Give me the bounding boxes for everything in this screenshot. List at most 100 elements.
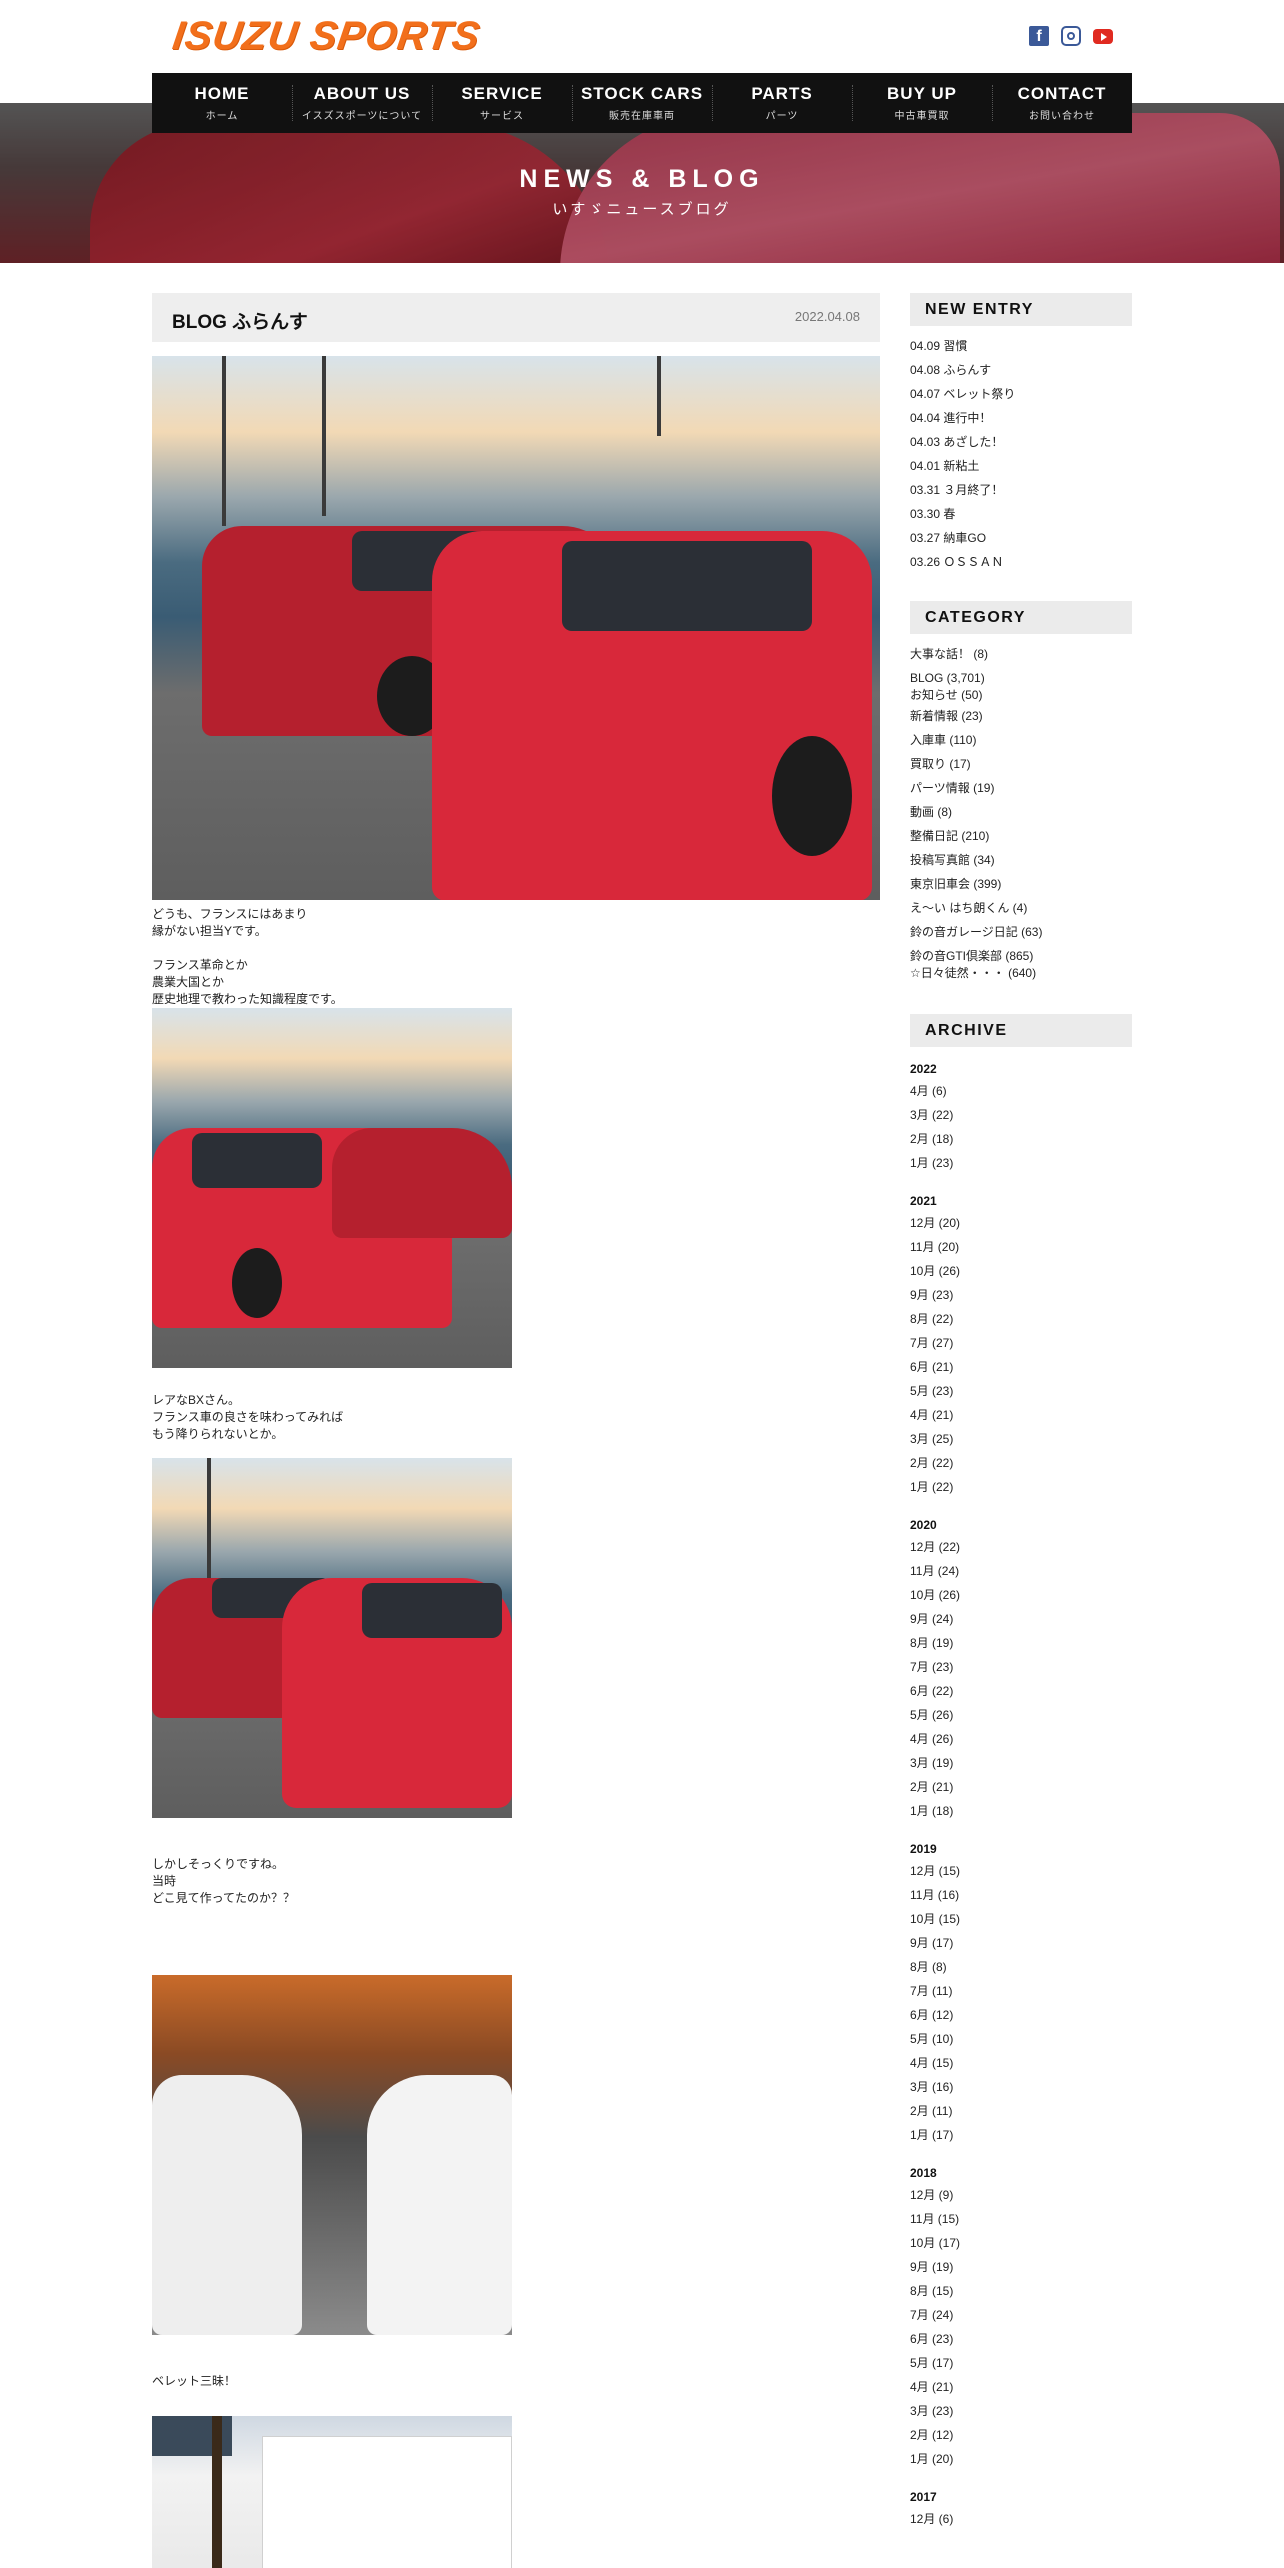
archive-month-link[interactable]: 4月 (21)	[910, 2380, 1132, 2404]
archive-month-link[interactable]: 5月 (10)	[910, 2032, 1132, 2056]
archive-month-link[interactable]: 1月 (20)	[910, 2452, 1132, 2476]
category-link[interactable]: BLOG (3,701)	[910, 671, 1132, 688]
archive-month-link[interactable]: 12月 (6)	[910, 2512, 1132, 2536]
youtube-icon[interactable]	[1093, 29, 1113, 44]
new-entry-link[interactable]: 04.01 新粘土	[910, 459, 1132, 483]
archive-month-link[interactable]: 6月 (22)	[910, 1684, 1132, 1708]
archive-month-list: 12月 (20) 11月 (20) 10月 (26) 9月 (23) 8月 (22) 7月…	[910, 1216, 1132, 1504]
nav-contact[interactable]: CONTACT お問い合わせ	[992, 73, 1132, 133]
site-logo[interactable]: ISUZU SPORTS	[170, 14, 483, 59]
category-link[interactable]: 鈴の音GTI倶楽部 (865)	[910, 949, 1132, 966]
archive-month-link[interactable]: 9月 (24)	[910, 1612, 1132, 1636]
archive-month-link[interactable]: 11月 (16)	[910, 1888, 1132, 1912]
archive-month-link[interactable]: 7月 (23)	[910, 1660, 1132, 1684]
archive-month-link[interactable]: 7月 (24)	[910, 2308, 1132, 2332]
archive-month-link[interactable]: 8月 (15)	[910, 2284, 1132, 2308]
nav-home-label: HOME	[194, 84, 250, 103]
archive-month-link[interactable]: 12月 (9)	[910, 2188, 1132, 2212]
nav-stock-cars[interactable]: STOCK CARS 販売在庫車両	[572, 73, 712, 133]
archive-month-link[interactable]: 3月 (25)	[910, 1432, 1132, 1456]
archive-month-link[interactable]: 6月 (12)	[910, 2008, 1132, 2032]
archive-month-link[interactable]: 8月 (22)	[910, 1312, 1132, 1336]
archive-month-link[interactable]: 9月 (17)	[910, 1936, 1132, 1960]
category-link[interactable]: ☆日々徒然・・・ (640)	[910, 966, 1132, 987]
archive-month-link[interactable]: 2月 (21)	[910, 1780, 1132, 1804]
archive-month-link[interactable]: 6月 (21)	[910, 1360, 1132, 1384]
post-date: 2022.04.08	[794, 309, 860, 324]
archive-month-link[interactable]: 3月 (23)	[910, 2404, 1132, 2428]
new-entry-link[interactable]: 03.27 納車GO	[910, 531, 1132, 555]
nav-service-sublabel: サービス	[480, 111, 524, 122]
category-link[interactable]: 大事な話！ (8)	[910, 647, 1132, 671]
archive-month-link[interactable]: 4月 (6)	[910, 1084, 1132, 1108]
archive-month-link[interactable]: 3月 (22)	[910, 1108, 1132, 1132]
category-link[interactable]: 整備日記 (210)	[910, 829, 1132, 853]
category-link[interactable]: 動画 (8)	[910, 805, 1132, 829]
archive-month-link[interactable]: 2月 (22)	[910, 1456, 1132, 1480]
category-link[interactable]: 投稿写真館 (34)	[910, 853, 1132, 877]
archive-month-link[interactable]: 1月 (18)	[910, 1804, 1132, 1828]
category-link[interactable]: お知らせ (50)	[910, 688, 1132, 709]
archive-month-link[interactable]: 10月 (26)	[910, 1588, 1132, 1612]
archive-month-list: 12月 (22) 11月 (24) 10月 (26) 9月 (24) 8月 (19) 7月…	[910, 1540, 1132, 1828]
archive-month-link[interactable]: 11月 (20)	[910, 1240, 1132, 1264]
archive-month-link[interactable]: 12月 (20)	[910, 1216, 1132, 1240]
archive-month-link[interactable]: 2月 (11)	[910, 2104, 1132, 2128]
archive-month-link[interactable]: 5月 (26)	[910, 1708, 1132, 1732]
archive-month-list: 12月 (6)	[910, 2512, 1132, 2536]
archive-month-link[interactable]: 8月 (19)	[910, 1636, 1132, 1660]
new-entry-link[interactable]: 04.04 進行中！	[910, 411, 1132, 435]
new-entry-link[interactable]: 03.26 ＯＳＳＡＮ	[910, 555, 1132, 579]
archive-month-link[interactable]: 9月 (23)	[910, 1288, 1132, 1312]
nav-buy-up[interactable]: BUY UP 中古車買取	[852, 73, 992, 133]
new-entry-link[interactable]: 04.08 ふらんす	[910, 363, 1132, 387]
post-header: BLOG ふらんす 2022.04.08	[152, 293, 880, 342]
category-link[interactable]: 新着情報 (23)	[910, 709, 1132, 733]
archive-month-link[interactable]: 2月 (18)	[910, 1132, 1132, 1156]
new-entry-link[interactable]: 04.09 習慣	[910, 339, 1132, 363]
archive-month-link[interactable]: 12月 (15)	[910, 1864, 1132, 1888]
archive-month-link[interactable]: 3月 (19)	[910, 1756, 1132, 1780]
archive-month-link[interactable]: 10月 (15)	[910, 1912, 1132, 1936]
nav-service[interactable]: SERVICE サービス	[432, 73, 572, 133]
archive-month-link[interactable]: 9月 (19)	[910, 2260, 1132, 2284]
archive-month-link[interactable]: 4月 (15)	[910, 2056, 1132, 2080]
category-link[interactable]: 入庫車 (110)	[910, 733, 1132, 757]
nav-parts-sublabel: パーツ	[765, 111, 799, 122]
post-text-line: フランス革命とか	[152, 958, 248, 972]
facebook-icon[interactable]: f	[1029, 26, 1049, 46]
archive-month-link[interactable]: 1月 (23)	[910, 1156, 1132, 1180]
new-entry-link[interactable]: 03.31 ３月終了！	[910, 483, 1132, 507]
archive-month-link[interactable]: 7月 (27)	[910, 1336, 1132, 1360]
category-link[interactable]: え～い はち朗くん (4)	[910, 901, 1132, 925]
archive-month-link[interactable]: 1月 (22)	[910, 1480, 1132, 1504]
archive-month-link[interactable]: 10月 (17)	[910, 2236, 1132, 2260]
archive-month-link[interactable]: 11月 (24)	[910, 1564, 1132, 1588]
new-entry-link[interactable]: 04.03 あざした！	[910, 435, 1132, 459]
category-link[interactable]: 東京旧車会 (399)	[910, 877, 1132, 901]
archive-month-link[interactable]: 2月 (12)	[910, 2428, 1132, 2452]
category-link[interactable]: 鈴の音ガレージ日記 (63)	[910, 925, 1132, 949]
new-entry-link[interactable]: 03.30 春	[910, 507, 1132, 531]
nav-buy-up-label: BUY UP	[887, 84, 957, 103]
category-link[interactable]: パーツ情報 (19)	[910, 781, 1132, 805]
category-link[interactable]: 買取り (17)	[910, 757, 1132, 781]
instagram-icon[interactable]	[1061, 26, 1081, 46]
archive-month-link[interactable]: 3月 (16)	[910, 2080, 1132, 2104]
new-entry-link[interactable]: 04.07 ベレット祭り	[910, 387, 1132, 411]
archive-month-link[interactable]: 1月 (17)	[910, 2128, 1132, 2152]
archive-month-link[interactable]: 10月 (26)	[910, 1264, 1132, 1288]
archive-month-link[interactable]: 8月 (8)	[910, 1960, 1132, 1984]
nav-parts[interactable]: PARTS パーツ	[712, 73, 852, 133]
archive-month-link[interactable]: 11月 (15)	[910, 2212, 1132, 2236]
archive-month-link[interactable]: 4月 (21)	[910, 1408, 1132, 1432]
archive-month-list: 12月 (9) 11月 (15) 10月 (17) 9月 (19) 8月 (15) 7月 …	[910, 2188, 1132, 2476]
archive-month-link[interactable]: 6月 (23)	[910, 2332, 1132, 2356]
nav-about-us[interactable]: ABOUT US イスズスポーツについて	[292, 73, 432, 133]
archive-month-link[interactable]: 5月 (17)	[910, 2356, 1132, 2380]
nav-home[interactable]: HOME ホーム	[152, 73, 292, 133]
archive-month-link[interactable]: 7月 (11)	[910, 1984, 1132, 2008]
archive-month-link[interactable]: 4月 (26)	[910, 1732, 1132, 1756]
archive-month-link[interactable]: 5月 (23)	[910, 1384, 1132, 1408]
archive-month-link[interactable]: 12月 (22)	[910, 1540, 1132, 1564]
